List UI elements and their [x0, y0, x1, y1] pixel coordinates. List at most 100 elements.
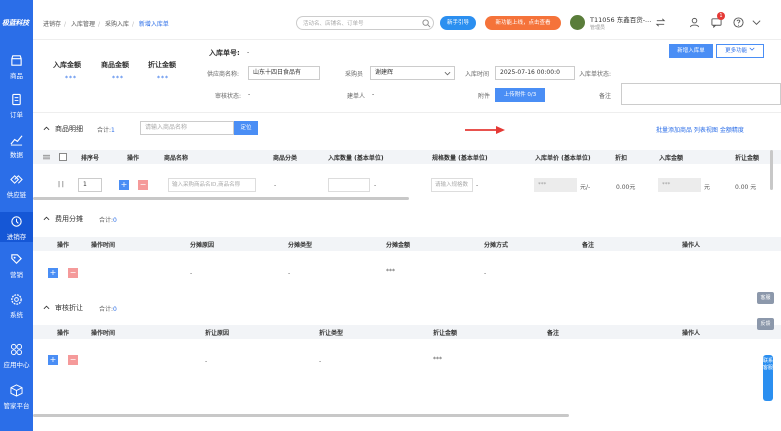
page-horizontal-scrollbar[interactable] [33, 414, 569, 417]
chart-icon [10, 135, 23, 146]
new-guide-button[interactable]: 新手引导 [440, 16, 476, 30]
remove-audit-button[interactable]: − [68, 355, 78, 365]
remove-row-button[interactable]: − [138, 180, 148, 190]
goods-name-input[interactable]: 输入采购商品名ID,商品名称 [168, 178, 256, 192]
breadcrumb-item[interactable]: 进销存 [43, 21, 61, 28]
qty-unit: - [374, 182, 377, 189]
goods-total: 合计:1 [97, 125, 115, 134]
sidebar-item-system[interactable]: 系统 [0, 293, 33, 331]
drag-handle[interactable]: | | [58, 181, 64, 188]
collapse-icon[interactable] [43, 215, 50, 222]
locate-button[interactable]: 定位 [234, 121, 258, 135]
more-functions-button[interactable]: 更多功能 [716, 44, 764, 58]
review-label: 审核状态: [215, 93, 242, 100]
qty-input[interactable] [328, 178, 370, 192]
col-header: 备注 [547, 330, 560, 337]
col-header: 备注 [582, 242, 595, 249]
remark-label: 备注 [599, 93, 612, 100]
amount-input[interactable]: *** [658, 178, 701, 192]
col-header: 操作人 [682, 330, 701, 337]
red-arrow-annotation [465, 126, 505, 134]
col-header: 操作 [57, 242, 70, 249]
remove-fee-button[interactable]: − [68, 268, 78, 278]
total-label: 合计: [99, 217, 114, 224]
sidebar-item-label: 系统 [10, 311, 23, 319]
breadcrumb-current: 新增入库单 [138, 21, 169, 28]
main-content: 入库金额 *** 商品金额 *** 折让金额 *** 入库单号: - 供应商名称… [33, 40, 781, 431]
sidebar-item-marketing[interactable]: 营销 [0, 253, 33, 291]
help-icon[interactable] [733, 17, 744, 28]
sidebar-item-label: 商品 [10, 72, 23, 80]
add-fee-button[interactable]: + [48, 268, 58, 278]
user-name[interactable]: T11056 东鑫百货-... [590, 14, 651, 24]
service-tab[interactable]: 客服 [757, 292, 774, 304]
total-label: 合计: [99, 306, 114, 313]
expand-down-icon[interactable] [751, 17, 762, 28]
add-row-button[interactable]: + [119, 180, 129, 190]
cube-icon [10, 384, 23, 397]
supplier-input[interactable]: 山东十四日食品有 [248, 66, 320, 80]
remark-input[interactable] [621, 83, 781, 105]
col-header: 操作人 [682, 242, 701, 249]
summary-value: *** [112, 75, 124, 82]
goods-search-input[interactable]: 请输入商品名称 [140, 121, 234, 135]
col-header: 入库单价 (基本单位) [535, 155, 591, 162]
sidebar-item-apps[interactable]: 应用中心 [0, 343, 33, 381]
total-label: 合计: [97, 127, 112, 134]
horizontal-scrollbar[interactable] [33, 197, 409, 200]
audit-section-title: 审核折让 [55, 304, 83, 312]
feedback-tab[interactable]: 反馈 [757, 318, 774, 330]
col-header: 折让类型 [319, 330, 344, 337]
price-unit: 元/- [580, 184, 591, 191]
collapse-icon[interactable] [43, 304, 50, 311]
order-no-label: 入库单号: [209, 49, 240, 57]
audit-table-header: 操作 操作时间 折让原因 折让类型 折让金额 备注 操作人 [33, 325, 781, 339]
col-header: 分摊类型 [288, 242, 313, 249]
review-value: - [248, 91, 251, 98]
fee-type: - [288, 270, 291, 277]
select-all-checkbox[interactable] [59, 153, 67, 161]
goods-category: - [274, 182, 277, 189]
spec-qty-input[interactable]: 请输入规格数 [431, 178, 473, 192]
vertical-scrollbar[interactable] [770, 150, 773, 190]
sort-index-input[interactable]: 1 [78, 178, 102, 192]
collapse-icon[interactable] [43, 125, 50, 132]
col-header: 分摊方式 [484, 242, 509, 249]
col-header: 操作 [57, 330, 70, 337]
sidebar-item-label: 管家平台 [3, 402, 30, 410]
add-audit-button[interactable]: + [48, 355, 58, 365]
breadcrumb-item[interactable]: 入库管理 [71, 21, 95, 28]
summary-label: 商品金额 [101, 61, 129, 69]
avatar[interactable] [570, 15, 585, 30]
sidebar-item-data[interactable]: 数据 [0, 133, 33, 171]
price-input[interactable]: *** [534, 178, 577, 192]
col-header: 商品分类 [273, 155, 298, 162]
buyer-select[interactable]: 谢建辉 [370, 66, 455, 80]
top-bar: 进销存 / 入库管理 / 采购入库 / 新增入库单 活动名、店铺名、订单号 新手引导 … [33, 0, 781, 40]
total-value: 0 [113, 217, 117, 224]
global-search-input[interactable]: 活动名、店铺名、订单号 [296, 16, 434, 30]
contact-support-tab[interactable]: 联系客服 [763, 355, 773, 401]
search-icon [422, 19, 431, 28]
promo-button[interactable]: 新功能上线，点击查看 [485, 16, 561, 30]
col-header: 入库数量 (基本单位) [328, 155, 384, 162]
audit-reason: - [205, 358, 208, 365]
sidebar-item-inventory[interactable]: 进销存 [0, 212, 33, 242]
sidebar-item-orders[interactable]: 订单 [0, 93, 33, 131]
sidebar-item-butler[interactable]: 管家平台 [0, 384, 33, 422]
sidebar-item-supply-chain[interactable]: 供应链 [0, 173, 33, 211]
fee-amount: *** [386, 268, 395, 275]
time-input[interactable]: 2025-07-16 00:00:0 [495, 66, 575, 80]
chevron-down-icon [444, 71, 451, 76]
buyer-value: 谢建辉 [375, 69, 394, 76]
switch-icon[interactable] [655, 17, 666, 28]
user-group-icon[interactable] [689, 17, 700, 28]
save-order-button[interactable]: 新增入库单 [669, 44, 713, 58]
fee-method: - [484, 270, 487, 277]
upload-attachment-button[interactable]: 上传附件 0/3 [495, 88, 545, 102]
goods-section-title: 商品明细 [55, 125, 83, 133]
breadcrumb-item[interactable]: 采购入库 [105, 21, 129, 28]
total-value: 1 [111, 127, 115, 134]
sidebar-item-goods[interactable]: 商品 [0, 54, 33, 92]
goods-right-links[interactable]: 批量添加商品 列表视图 金额精度 [656, 125, 744, 134]
